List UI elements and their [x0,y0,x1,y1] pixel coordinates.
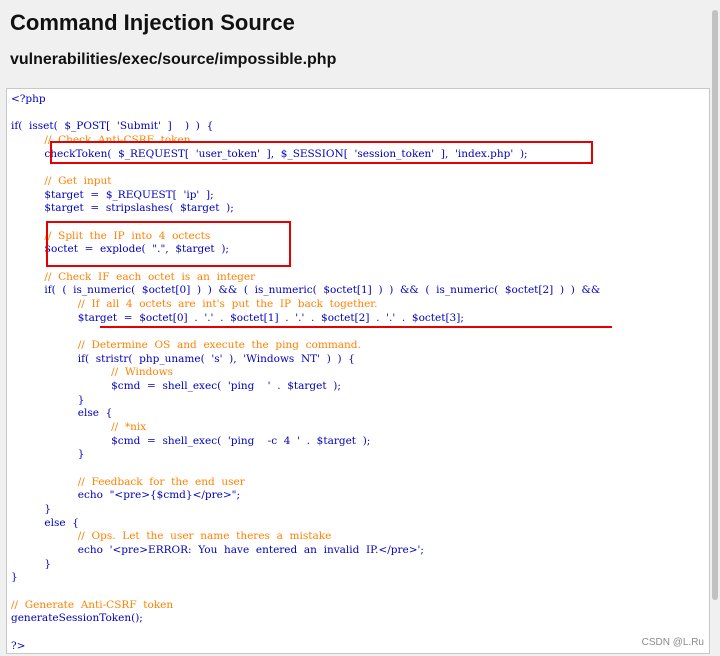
code-line: // Generate Anti-CSRF token [11,598,174,611]
code-line: ?> [11,639,26,652]
code-line: $target = $octet[0] . '.' . $octet[1] . … [11,311,464,324]
code-line: else { [11,407,113,420]
code-line: } [11,448,85,461]
code-line: if( ( is_numeric( $octet[0] ) ) && ( is_… [11,284,601,297]
code-line: // Determine OS and execute the ping com… [11,339,361,352]
code-line: $target = stripslashes( $target ); [11,202,234,215]
code-line: // Check IF each octet is an integer [11,270,256,283]
code-line: if( stristr( php_uname( 's' ), 'Windows … [11,352,355,365]
code-line: else { [11,516,79,529]
annotation-box-checktoken [50,141,593,164]
code-line: generateSessionToken(); [11,612,143,625]
source-code-panel: <?php if( isset( $_POST[ 'Submit' ] ) ) {… [6,88,710,654]
source-file-path: vulnerabilities/exec/source/impossible.p… [10,51,337,68]
code-line: } [11,393,85,406]
code-line: // If all 4 octets are int's put the IP … [11,298,378,311]
code-line: // Feedback for the end user [11,475,245,488]
vertical-scrollbar[interactable] [710,0,720,656]
code-line: $cmd = shell_exec( 'ping ' . $target ); [11,380,341,393]
watermark: CSDN @L.Ru [641,637,704,648]
code-line: // Windows [11,366,174,379]
code-line: // *nix [11,421,147,434]
annotation-underline-target [100,326,612,328]
code-line: $cmd = shell_exec( 'ping -c 4 ' . $targe… [11,434,371,447]
page-title: Command Injection Source [10,10,295,35]
code-line: } [11,557,52,570]
code-line: $target = $_REQUEST[ 'ip' ]; [11,188,214,201]
scrollbar-thumb[interactable] [712,10,718,600]
code-line: // Get input [11,175,112,188]
code-line: // Ops. Let the user name theres a mista… [11,530,332,543]
code-line: } [11,503,52,516]
code-line: <?php [11,93,46,105]
code-line: } [11,571,18,584]
code-line: echo "<pre>{$cmd}</pre>"; [11,489,241,502]
code-line: if( isset( $_POST[ 'Submit' ] ) ) { [11,120,214,133]
annotation-box-explode [46,221,291,267]
code-line: echo '<pre>ERROR: You have entered an in… [11,544,424,557]
